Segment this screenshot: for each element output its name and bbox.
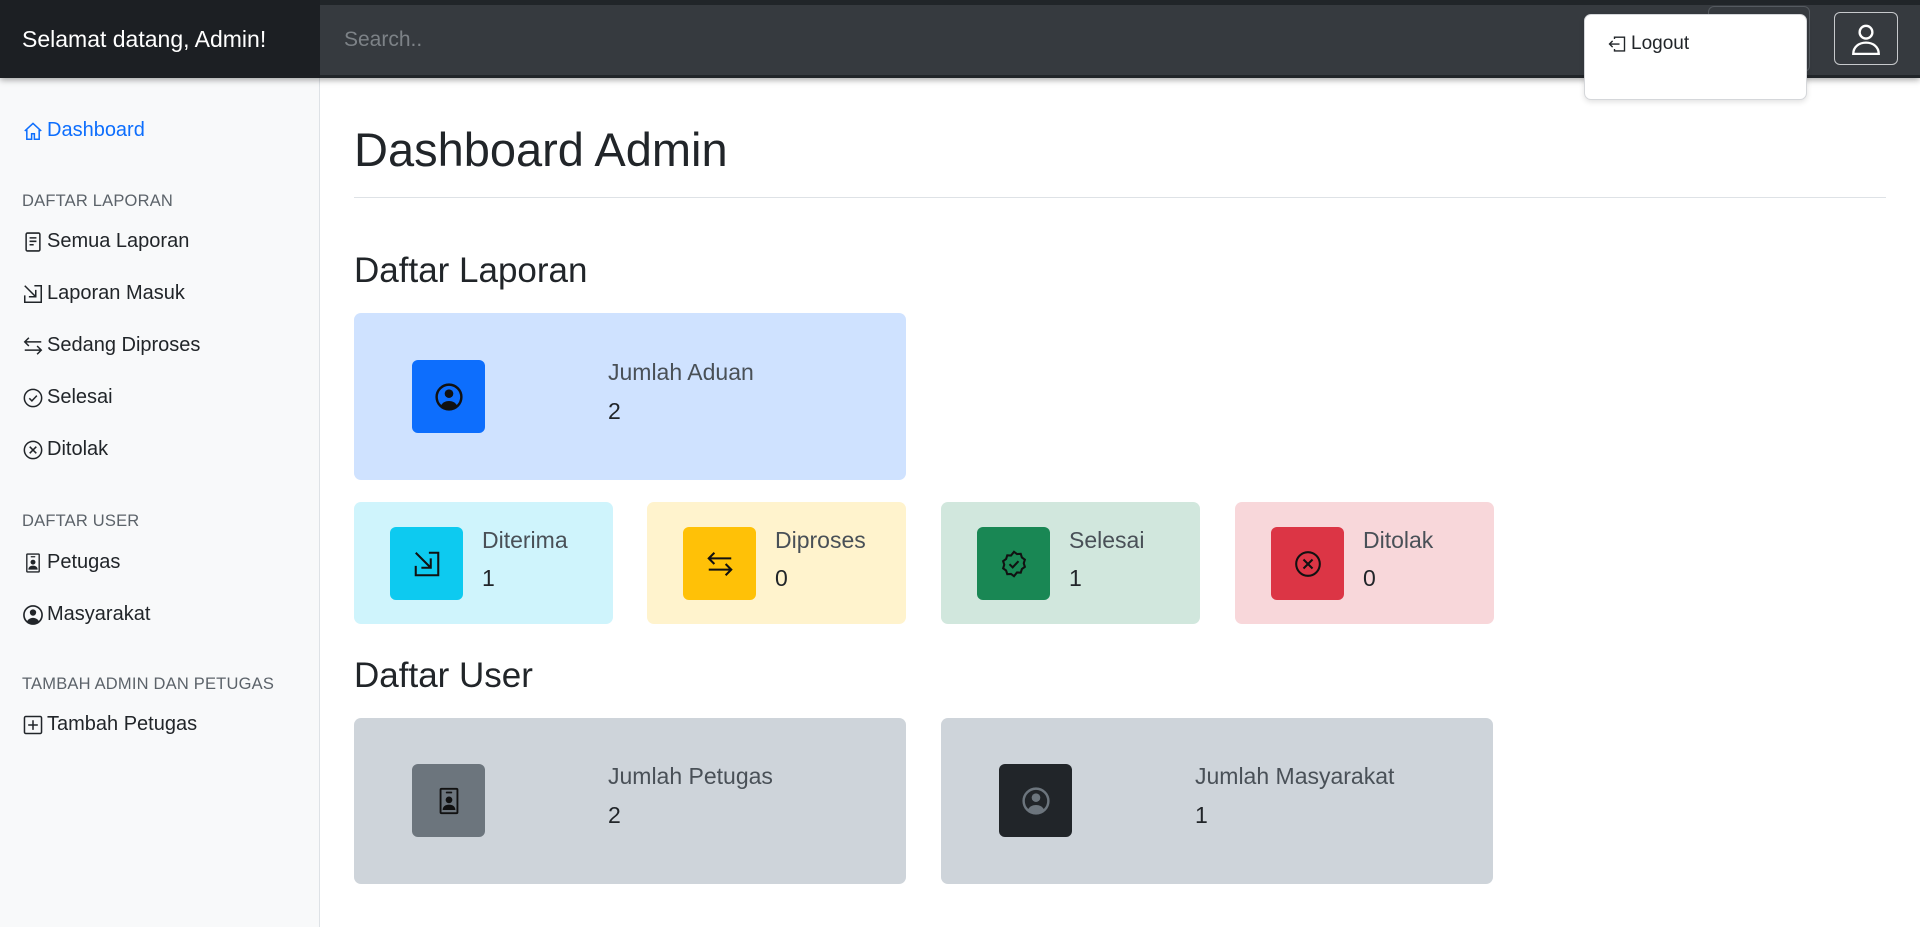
- x-circle-icon: [23, 440, 43, 459]
- person-badge-icon: [439, 787, 458, 814]
- patch-check-icon: [1001, 549, 1026, 578]
- card-value: 1: [482, 565, 495, 591]
- card-label: Jumlah Aduan: [608, 359, 754, 385]
- arrow-left-right-icon: [706, 551, 733, 576]
- card-icon-box: [683, 527, 756, 600]
- card-icon-box: [390, 527, 463, 600]
- sidebar-item-ditolak[interactable]: Ditolak: [22, 438, 108, 461]
- box-arrow-left-icon: [1608, 36, 1626, 52]
- file-text-icon: [25, 231, 41, 252]
- person-icon: [1852, 24, 1880, 55]
- box-arrow-in-down-right-icon: [414, 551, 439, 576]
- sidebar-item-label: Tambah Petugas: [47, 713, 198, 735]
- card-diproses[interactable]: Diproses 0: [647, 502, 906, 624]
- x-circle-icon: [1294, 550, 1321, 577]
- card-label: Ditolak: [1363, 527, 1434, 553]
- sidebar-heading-user: DAFTAR USER: [22, 512, 140, 530]
- sidebar-item-label: Ditolak: [47, 438, 109, 460]
- logout-label: Logout: [1631, 33, 1690, 54]
- card-value: 2: [608, 398, 621, 424]
- person-circle-icon: [1021, 786, 1050, 815]
- card-label: Diterima: [482, 527, 568, 553]
- user-dropdown-menu: Logout: [1584, 14, 1807, 100]
- navbar-brand[interactable]: Selamat datang, Admin!: [0, 0, 320, 78]
- card-value: 1: [1195, 802, 1208, 828]
- person-badge-icon: [26, 552, 40, 573]
- card-label: Jumlah Petugas: [608, 763, 773, 789]
- card-icon-box: [999, 764, 1072, 837]
- user-menu-button[interactable]: [1834, 12, 1898, 65]
- card-jumlah-petugas[interactable]: Jumlah Petugas 2: [354, 718, 906, 884]
- person-circle-icon: [434, 382, 463, 411]
- sidebar-item-label: Sedang Diproses: [47, 334, 201, 356]
- sidebar-item-dashboard[interactable]: Dashboard: [22, 119, 145, 142]
- card-jumlah-aduan[interactable]: Jumlah Aduan 2: [354, 313, 906, 480]
- card-icon-box: [1271, 527, 1344, 600]
- section-title-laporan: Daftar Laporan: [354, 251, 588, 290]
- card-icon-box: [412, 360, 485, 433]
- plus-square-icon: [23, 715, 43, 734]
- sidebar-item-tambah-petugas[interactable]: Tambah Petugas: [22, 713, 197, 736]
- box-arrow-in-down-right-icon: [23, 284, 43, 303]
- sidebar-item-semua-laporan[interactable]: Semua Laporan: [22, 230, 189, 253]
- sidebar-item-sedang-diproses[interactable]: Sedang Diproses: [22, 334, 200, 357]
- card-value: 0: [1363, 565, 1376, 591]
- card-jumlah-masyarakat[interactable]: Jumlah Masyarakat 1: [941, 718, 1493, 884]
- sidebar-item-selesai[interactable]: Selesai: [22, 386, 113, 409]
- sidebar-item-laporan-masuk[interactable]: Laporan Masuk: [22, 282, 185, 305]
- card-icon-box: [977, 527, 1050, 600]
- sidebar-item-label: Masyarakat: [47, 603, 151, 625]
- card-value: 0: [775, 565, 788, 591]
- sidebar-item-label: Dashboard: [47, 119, 145, 141]
- card-value: 2: [608, 802, 621, 828]
- card-value: 1: [1069, 565, 1082, 591]
- sidebar-item-petugas[interactable]: Petugas: [22, 551, 120, 574]
- logout-menu-item[interactable]: Logout: [1607, 33, 1689, 55]
- sidebar-item-masyarakat[interactable]: Masyarakat: [22, 603, 150, 626]
- card-label: Jumlah Masyarakat: [1195, 763, 1395, 789]
- title-divider: [354, 197, 1886, 198]
- arrow-left-right-icon: [23, 336, 43, 355]
- card-label: Selesai: [1069, 527, 1145, 553]
- card-diterima[interactable]: Diterima 1: [354, 502, 613, 624]
- sidebar-item-label: Laporan Masuk: [47, 282, 185, 304]
- card-label: Diproses: [775, 527, 866, 553]
- sidebar-item-label: Petugas: [47, 551, 121, 573]
- house-icon: [24, 121, 42, 140]
- sidebar: Dashboard DAFTAR LAPORAN Semua Laporan L…: [0, 78, 320, 927]
- page-title: Dashboard Admin: [354, 123, 728, 176]
- card-ditolak[interactable]: Ditolak 0: [1235, 502, 1494, 624]
- check-circle-icon: [23, 388, 43, 407]
- card-icon-box: [412, 764, 485, 837]
- sidebar-item-label: Semua Laporan: [47, 230, 190, 252]
- card-selesai[interactable]: Selesai 1: [941, 502, 1200, 624]
- person-circle-icon: [23, 604, 43, 625]
- sidebar-heading-laporan: DAFTAR LAPORAN: [22, 192, 174, 210]
- sidebar-item-label: Selesai: [47, 386, 113, 408]
- section-title-user: Daftar User: [354, 656, 533, 695]
- sidebar-heading-tambah: TAMBAH ADMIN DAN PETUGAS: [22, 675, 275, 693]
